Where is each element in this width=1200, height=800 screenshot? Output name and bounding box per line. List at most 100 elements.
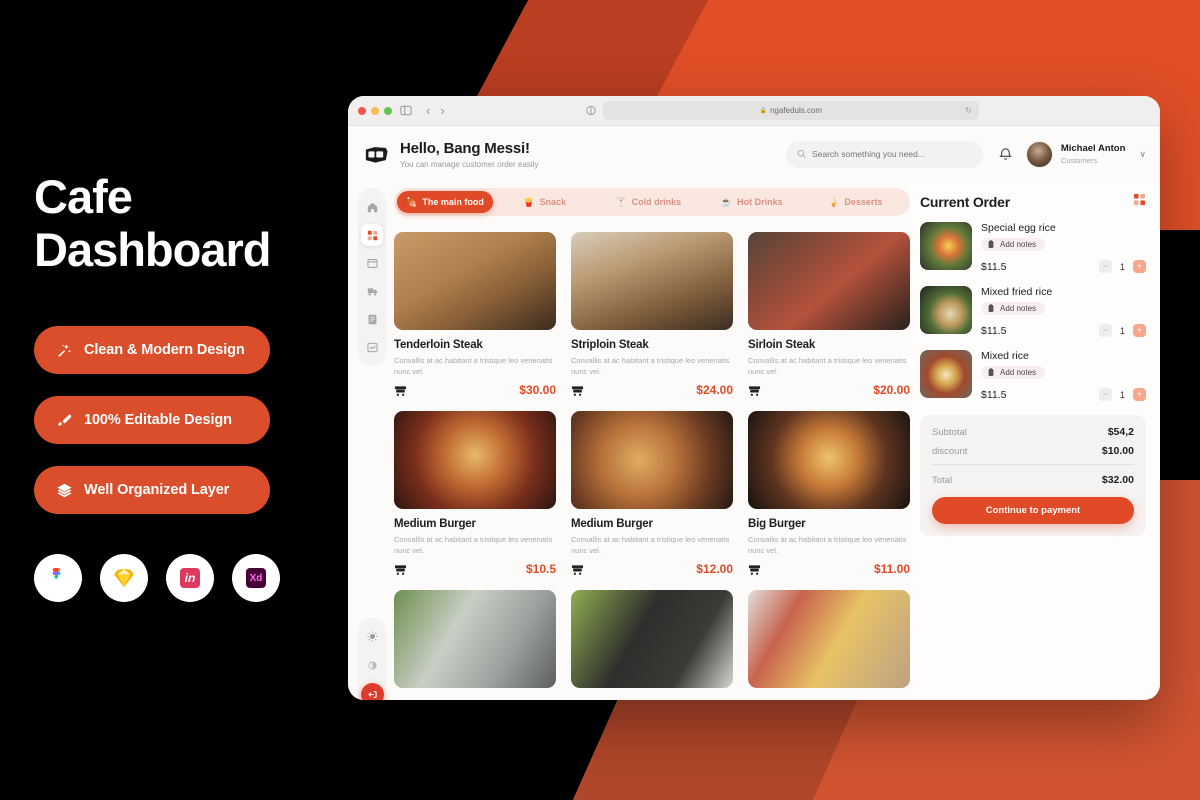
product-card[interactable]: Medium Burger Convallis at ac habitant a… [571, 411, 733, 576]
product-image [748, 590, 910, 688]
product-name: Striploin Steak [571, 339, 649, 351]
tab-hot-drinks[interactable]: ☕ Hot Drinks [700, 191, 804, 213]
order-item-name: Mixed fried rice [981, 286, 1053, 298]
decrease-quantity-button[interactable]: − [1098, 388, 1112, 401]
product-description: Convallis at ac habitant a tristique leo… [394, 535, 553, 556]
order-item-footer: $11.5 − 1 + [981, 260, 1146, 273]
search-box[interactable] [785, 140, 983, 168]
note-icon [988, 240, 994, 248]
cart-icon[interactable] [748, 563, 761, 576]
product-card[interactable]: Tenderloin Steak Convallis at ac habitan… [394, 232, 556, 397]
product-description: Convallis at ac habitant a tristique leo… [748, 356, 907, 377]
order-item-name: Mixed rice [981, 350, 1029, 362]
quantity-stepper[interactable]: − 1 + [1098, 324, 1146, 337]
feature-pill-editable: 100% Editable Design [34, 396, 270, 445]
add-notes-button[interactable]: Add notes [981, 238, 1046, 251]
increase-quantity-button[interactable]: + [1133, 260, 1146, 273]
add-notes-button[interactable]: Add notes [981, 366, 1046, 379]
quantity-value: 1 [1119, 261, 1125, 272]
cart-icon[interactable] [748, 384, 761, 397]
decrease-quantity-button[interactable]: − [1098, 260, 1112, 273]
product-description: Convallis at ac habitant a tristique leo… [571, 356, 730, 377]
desserts-icon: 🍦 [828, 196, 840, 207]
tab-label: Snack [539, 197, 567, 207]
sidebar-item-reports[interactable] [361, 308, 383, 330]
invision-logo: in [166, 554, 214, 603]
product-card[interactable]: Big Burger Convallis at ac habitant a tr… [748, 411, 910, 576]
product-card[interactable]: Medium Burger Convallis at ac habitant a… [394, 411, 556, 576]
current-order-panel: Current Order Special egg rice Add notes… [910, 182, 1160, 700]
promo-title: Cafe Dashboard [34, 170, 340, 276]
product-card[interactable]: Sirloin Steak Convallis at ac habitant a… [748, 232, 910, 397]
product-price: $12.00 [696, 562, 733, 576]
adobexd-logo: Xd [232, 554, 280, 603]
sidebar-item-home[interactable] [361, 196, 383, 218]
sidebar-rail [358, 188, 386, 366]
app-logo[interactable] [362, 138, 394, 170]
reader-mode-icon[interactable] [586, 105, 596, 116]
product-card[interactable] [748, 590, 910, 688]
product-card[interactable] [571, 590, 733, 688]
url-value: ngafeduls.com [770, 106, 823, 115]
sidebar-item-analytics[interactable] [361, 336, 383, 358]
search-input[interactable] [811, 149, 972, 159]
browser-navigation[interactable]: ‹ › [426, 103, 445, 118]
cafe-logo-icon [365, 147, 388, 163]
increase-quantity-button[interactable]: + [1133, 388, 1146, 401]
sidebar-item-delivery[interactable] [361, 280, 383, 302]
decrease-quantity-button[interactable]: − [1098, 324, 1112, 337]
contrast-icon [367, 660, 377, 670]
tab-cold-drinks[interactable]: 🍸 Cold drinks [597, 191, 701, 213]
reload-icon[interactable]: ↻ [965, 106, 972, 115]
tab-the-main-food[interactable]: 🍖 The main food [397, 191, 493, 213]
maximize-window-button[interactable] [384, 106, 392, 115]
back-button[interactable]: ‹ [426, 103, 430, 118]
minimize-window-button[interactable] [371, 106, 379, 115]
theme-toggle[interactable] [361, 654, 383, 676]
product-image [748, 232, 910, 330]
discount-value: $10.00 [1101, 445, 1134, 457]
product-card[interactable] [394, 590, 556, 688]
summary-divider [932, 464, 1134, 465]
forward-button[interactable]: › [440, 103, 444, 118]
product-name: Medium Burger [394, 518, 476, 530]
product-price: $24.00 [696, 383, 733, 397]
avatar[interactable] [1025, 140, 1053, 168]
close-window-button[interactable] [358, 106, 366, 115]
product-image [748, 411, 910, 509]
home-icon [367, 202, 377, 212]
brightness-toggle[interactable] [361, 625, 383, 647]
product-name: Tenderloin Steak [394, 339, 483, 351]
tab-desserts[interactable]: 🍦 Desserts [804, 191, 908, 213]
tab-snack[interactable]: 🍟 Snack [493, 191, 597, 213]
greeting-title: Hello, Bang Messi! [400, 139, 530, 157]
cart-icon[interactable] [571, 384, 584, 397]
list-icon [368, 314, 376, 324]
cold-drinks-icon: 🍸 [615, 196, 627, 207]
order-menu-button[interactable] [1133, 193, 1146, 211]
tab-label: The main food [422, 197, 484, 207]
feature-label: Well Organized Layer [84, 482, 230, 499]
product-footer: $24.00 [571, 383, 733, 397]
quantity-stepper[interactable]: − 1 + [1098, 260, 1146, 273]
increase-quantity-button[interactable]: + [1133, 324, 1146, 337]
cart-icon[interactable] [571, 563, 584, 576]
cart-icon[interactable] [394, 384, 407, 397]
product-footer: $20.00 [748, 383, 910, 397]
feature-list: Clean & Modern Design 100% Editable Desi… [34, 326, 340, 515]
cart-icon[interactable] [394, 563, 407, 576]
continue-to-payment-button[interactable]: Continue to payment [932, 497, 1134, 524]
chart-icon [366, 342, 378, 352]
logout-button[interactable] [360, 683, 384, 700]
address-bar[interactable]: 🔒 ngafeduls.com ↻ [602, 101, 979, 120]
main-food-icon: 🍖 [406, 196, 418, 207]
add-notes-button[interactable]: Add notes [981, 302, 1046, 315]
notifications-button[interactable] [999, 147, 1012, 161]
window-controls[interactable] [358, 106, 392, 115]
sidebar-item-orders[interactable] [361, 252, 383, 274]
product-card[interactable]: Striploin Steak Convallis at ac habitant… [571, 232, 733, 397]
sidebar-toggle-icon[interactable] [400, 105, 412, 116]
sidebar-item-dashboard[interactable] [361, 224, 383, 246]
chevron-down-icon[interactable]: ∨ [1139, 149, 1146, 160]
quantity-stepper[interactable]: − 1 + [1098, 388, 1146, 401]
